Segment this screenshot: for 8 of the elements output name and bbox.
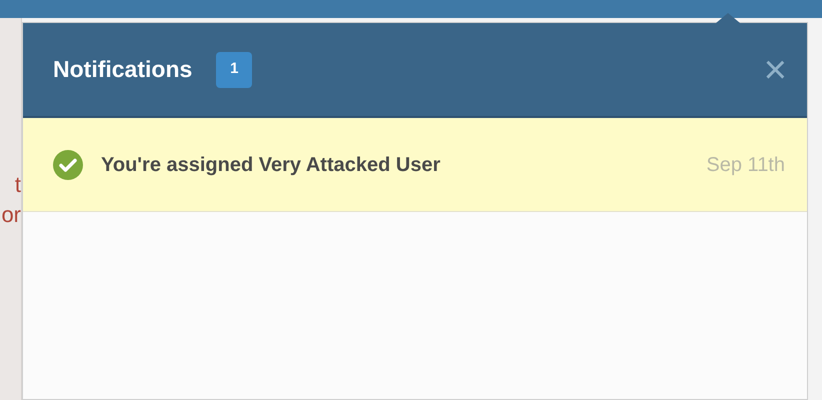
page-text: or bbox=[0, 201, 21, 229]
panel-title: Notifications bbox=[53, 55, 192, 84]
notification-date: Sep 11th bbox=[706, 152, 785, 178]
notification-row[interactable]: You're assigned Very Attacked User Sep 11th bbox=[23, 118, 807, 212]
count-badge: 1 bbox=[216, 52, 252, 88]
page-text: t bbox=[14, 171, 21, 199]
check-circle-icon bbox=[53, 150, 83, 180]
notification-text: You're assigned Very Attacked User bbox=[101, 152, 440, 178]
